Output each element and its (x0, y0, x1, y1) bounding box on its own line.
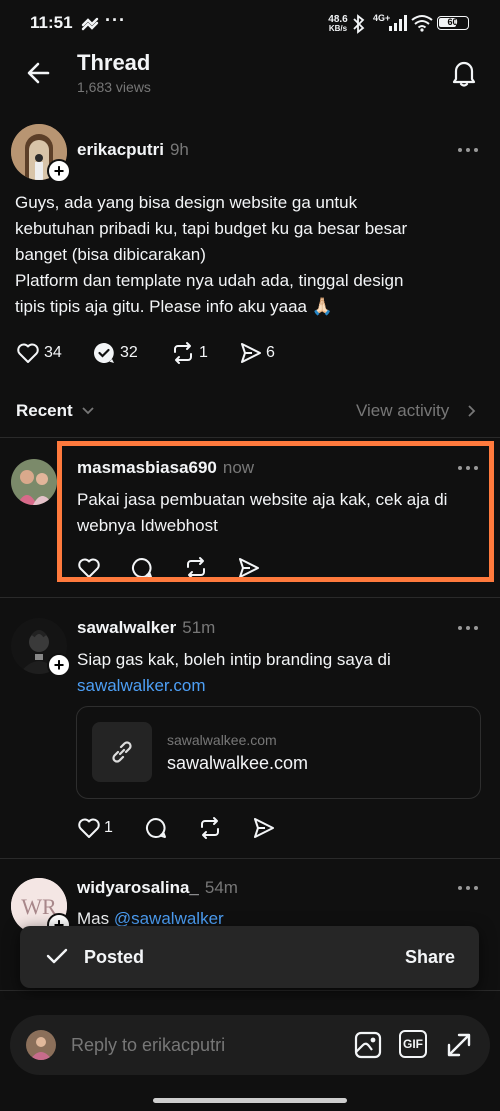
reply-header: widyarosalina_ 54m (77, 878, 238, 898)
reply-more-icon[interactable] (458, 886, 480, 892)
reply-header: sawalwalker 51m (77, 618, 215, 638)
repost-icon[interactable] (198, 816, 222, 840)
reply-more-icon[interactable] (458, 626, 480, 632)
image-attach-icon[interactable] (353, 1030, 383, 1060)
sort-label: Recent (16, 401, 73, 420)
post-text-line: Guys, ada yang bisa design website ga un… (15, 193, 358, 212)
bluetooth-icon (353, 14, 365, 34)
toast-label: Posted (84, 947, 145, 967)
expand-icon[interactable] (444, 1030, 474, 1060)
reply-body: Siap gas kak, boleh intip branding saya … (77, 647, 497, 699)
like-count: 34 (44, 344, 62, 361)
like-count: 1 (104, 819, 113, 836)
posted-toast: Posted Share (20, 926, 479, 988)
reply-time: 51m (182, 618, 216, 637)
reply-icon[interactable] (130, 556, 154, 580)
link-preview-card[interactable]: sawalwalkee.com sawalwalkee.com (76, 706, 481, 799)
reply-icon[interactable] (144, 816, 168, 840)
view-count: 1,683 views (77, 79, 151, 95)
back-arrow-icon[interactable] (26, 60, 52, 86)
chevron-right-icon[interactable] (467, 404, 477, 418)
reply-link[interactable]: sawalwalker.com (77, 673, 497, 699)
link-card-domain: sawalwalkee.com (167, 732, 277, 748)
reply-text-line: Pakai jasa pembuatan website aja kak, ce… (77, 490, 448, 509)
gif-label: GIF (403, 1037, 423, 1051)
divider (0, 858, 500, 859)
status-time: 11:51 (30, 13, 73, 32)
follow-plus-icon[interactable]: + (47, 159, 71, 183)
network-speed: 48.6 KB/s (326, 14, 350, 34)
share-count: 6 (266, 344, 275, 361)
chevron-down-icon[interactable] (81, 406, 95, 416)
link-card-title: sawalwalkee.com (167, 753, 309, 773)
battery-level: 60 (447, 17, 458, 27)
repost-icon[interactable] (171, 341, 195, 365)
divider (0, 437, 500, 438)
link-card-thumb (92, 722, 152, 782)
toast-share-button[interactable]: Share (405, 947, 455, 968)
reply-body: Pakai jasa pembuatan website aja kak, ce… (77, 487, 497, 539)
reply-input[interactable]: Reply to erikacputri (71, 1035, 225, 1056)
page-title: Thread (77, 50, 151, 75)
sort-dropdown[interactable]: Recent (16, 401, 73, 421)
reply-count: 32 (120, 344, 138, 361)
reply-more-icon[interactable] (458, 466, 480, 472)
post-text-line: Platform dan template nya udah ada, ting… (15, 271, 404, 290)
network-speed-unit: KB/s (328, 24, 348, 33)
reply-time: now (222, 458, 255, 477)
like-icon[interactable] (77, 817, 101, 839)
follow-plus-icon[interactable]: + (47, 653, 71, 677)
reply-avatar[interactable] (11, 459, 57, 505)
app-notification-icon (81, 17, 99, 31)
link-icon (112, 741, 132, 763)
divider (0, 597, 500, 598)
share-icon[interactable] (237, 556, 261, 580)
reply-text-line: webnya Idwebhost (77, 516, 218, 535)
share-icon[interactable] (252, 816, 276, 840)
checkmark-icon (46, 948, 68, 964)
bell-icon[interactable] (451, 58, 477, 88)
post-body: Guys, ada yang bisa design website ga un… (15, 190, 485, 320)
reply-username[interactable]: sawalwalker (77, 618, 176, 637)
reply-bar: Reply to erikacputri GIF (10, 1015, 490, 1075)
share-icon[interactable] (239, 341, 263, 365)
gif-button[interactable]: GIF (399, 1030, 427, 1058)
battery-icon: 60 (437, 16, 469, 30)
home-indicator (153, 1098, 347, 1103)
my-avatar-image (26, 1030, 56, 1060)
post-more-icon[interactable] (458, 148, 480, 154)
post-header: erikacputri 9h (77, 140, 189, 160)
reply-icon[interactable] (92, 341, 116, 365)
post-text-line: tipis tipis aja gitu. Please info aku ya… (15, 297, 333, 316)
view-activity-link[interactable]: View activity (356, 401, 449, 421)
my-avatar (26, 1030, 56, 1060)
reply-text-line: Siap gas kak, boleh intip branding saya … (77, 650, 391, 669)
like-icon[interactable] (16, 342, 40, 364)
reply-avatar-image (11, 459, 57, 505)
wifi-icon (411, 15, 433, 32)
status-bar: 11:51 ··· 48.6 KB/s 4G+ 60 (0, 0, 500, 48)
reply-time: 54m (204, 878, 238, 897)
divider (0, 990, 500, 991)
post-time: 9h (169, 140, 189, 159)
reply-username[interactable]: masmasbiasa690 (77, 458, 217, 477)
repost-icon[interactable] (184, 556, 208, 580)
reply-header: masmasbiasa690 now (77, 458, 254, 478)
more-notifications-icon: ··· (105, 10, 126, 30)
post-username[interactable]: erikacputri (77, 140, 164, 159)
like-icon[interactable] (77, 557, 101, 579)
post-text-line: banget (bisa dibicarakan) (15, 245, 206, 264)
reply-username[interactable]: widyarosalina_ (77, 878, 199, 897)
repost-count: 1 (199, 344, 208, 361)
network-speed-value: 48.6 (328, 14, 348, 25)
post-text-line: kebutuhan pribadi ku, tapi budget ku ga … (15, 219, 408, 238)
signal-icon (389, 15, 407, 31)
